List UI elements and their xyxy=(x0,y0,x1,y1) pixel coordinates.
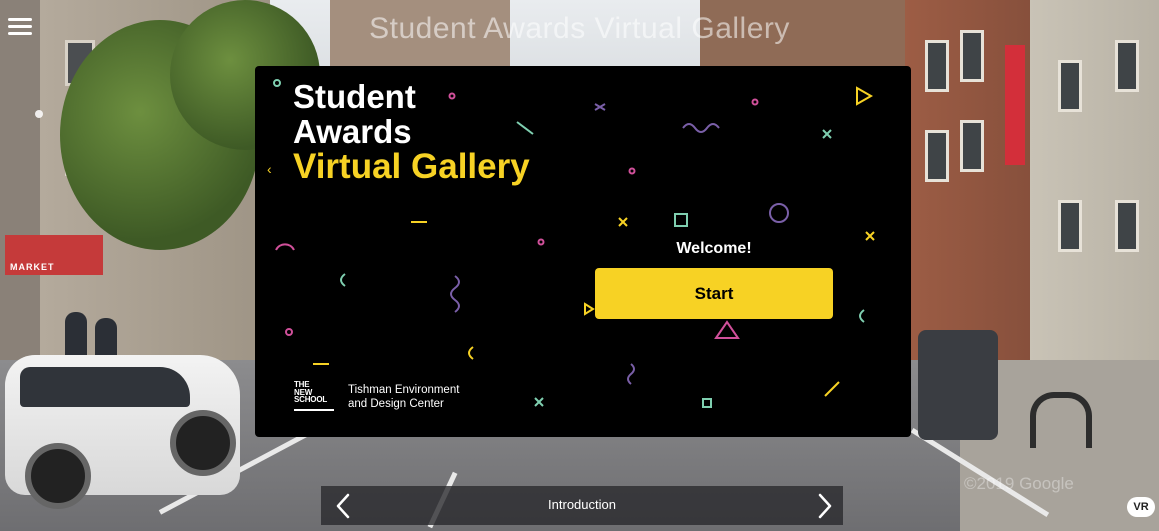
window xyxy=(960,120,984,172)
parked-van xyxy=(918,330,998,440)
bike-rack xyxy=(1030,392,1092,448)
welcome-text: Welcome! xyxy=(676,240,752,257)
awning-text: MARKET xyxy=(10,262,55,272)
banner xyxy=(1005,45,1025,165)
car-wheel xyxy=(170,410,236,476)
welcome-card: ‹ Student Awards Virtual Gallery Welcome… xyxy=(255,66,911,437)
car-window xyxy=(20,367,190,407)
current-scene-title: Introduction xyxy=(548,497,616,512)
start-button[interactable]: Start xyxy=(595,268,833,319)
window xyxy=(1058,200,1082,252)
hotspot-dot[interactable] xyxy=(35,110,43,118)
org-name-line: and Design Center xyxy=(348,398,444,411)
logo-underline xyxy=(294,409,334,411)
new-school-logo: THE NEW SCHOOL xyxy=(294,381,327,404)
pedestrian xyxy=(65,312,87,360)
building xyxy=(1030,0,1159,380)
parked-car xyxy=(5,355,240,509)
title-line-virtual-gallery: Virtual Gallery xyxy=(293,147,530,187)
google-watermark: ©2019 Google xyxy=(964,474,1074,493)
page-heading: Student Awards Virtual Gallery xyxy=(369,12,790,45)
title-line-student: Student xyxy=(293,78,416,115)
next-scene-button[interactable] xyxy=(809,491,839,521)
org-name: Tishman Environment and Design Center xyxy=(348,383,459,412)
logo-text-line: SCHOOL xyxy=(294,395,328,405)
window xyxy=(925,40,949,92)
org-name-line: Tishman Environment xyxy=(348,384,460,396)
window xyxy=(1115,40,1139,92)
car-wheel xyxy=(25,443,91,509)
title-line-awards: Awards xyxy=(293,112,412,150)
window xyxy=(1058,60,1082,112)
window xyxy=(1115,200,1139,252)
window xyxy=(925,130,949,182)
svg-text:‹: ‹ xyxy=(267,161,272,177)
card-title: Student Awards Virtual Gallery xyxy=(293,78,530,187)
vr-button[interactable]: VR xyxy=(1127,497,1155,517)
scene-nav-bar: Introduction xyxy=(321,486,843,525)
chevron-right-icon xyxy=(818,493,832,519)
